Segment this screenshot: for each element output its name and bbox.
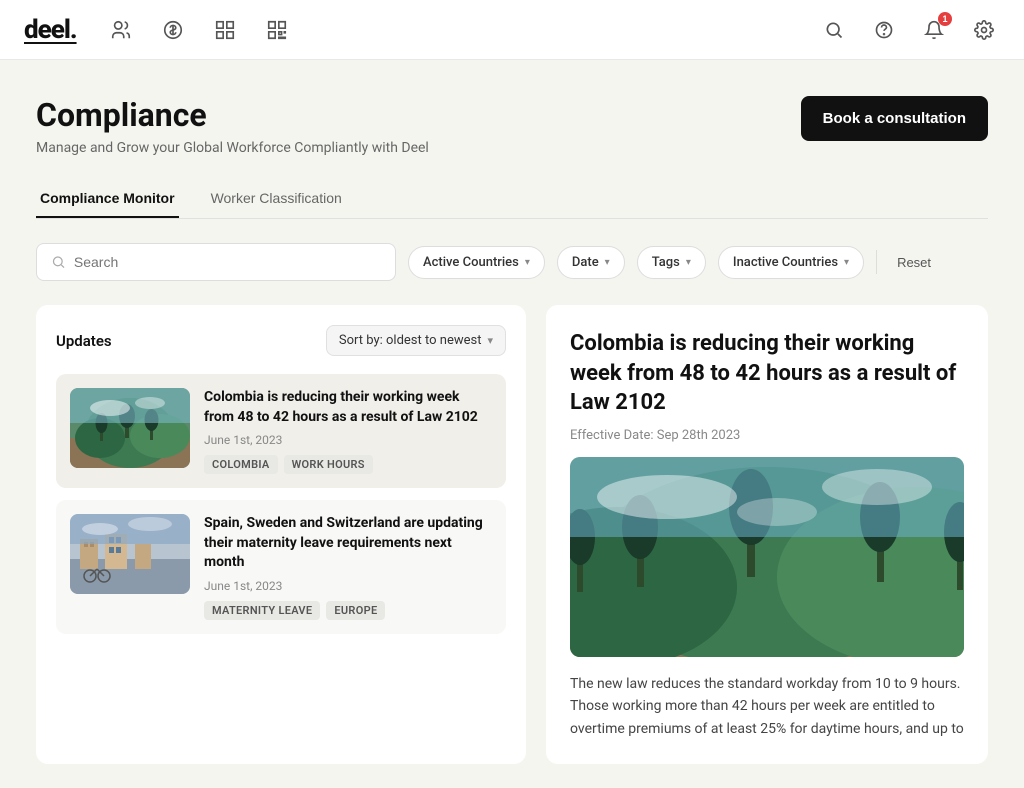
tag-maternity-leave: MATERNITY LEAVE xyxy=(204,601,320,620)
help-nav-button[interactable] xyxy=(868,14,900,46)
search-box[interactable] xyxy=(36,243,396,281)
search-nav-button[interactable] xyxy=(818,14,850,46)
chart-nav-icon[interactable] xyxy=(209,14,241,46)
date-filter[interactable]: Date ▾ xyxy=(557,246,625,279)
article-panel: Colombia is reducing their working week … xyxy=(546,305,988,764)
article-landscape-image xyxy=(570,457,964,657)
nav-left-icons xyxy=(105,14,818,46)
coin-nav-icon[interactable] xyxy=(157,14,189,46)
tag-europe: EUROPE xyxy=(326,601,385,620)
page-header: Compliance Manage and Grow your Global W… xyxy=(36,96,988,156)
inactive-countries-filter[interactable]: Inactive Countries ▾ xyxy=(718,246,864,279)
news-thumb-2 xyxy=(70,514,190,594)
filter-divider xyxy=(876,250,877,274)
news-headline-2: Spain, Sweden and Switzerland are updati… xyxy=(204,514,492,573)
people-nav-icon[interactable] xyxy=(105,14,137,46)
article-title: Colombia is reducing their working week … xyxy=(570,329,964,418)
top-navigation: deel. xyxy=(0,0,1024,60)
landscape-image-2 xyxy=(70,514,190,594)
tag-colombia: COLOMBIA xyxy=(204,455,278,474)
effective-date: Effective Date: Sep 28th 2023 xyxy=(570,428,964,443)
chevron-down-icon: ▾ xyxy=(487,334,493,347)
news-date-2: June 1st, 2023 xyxy=(204,579,492,593)
news-thumb-1 xyxy=(70,388,190,468)
news-date-1: June 1st, 2023 xyxy=(204,433,492,447)
updates-panel-header: Updates Sort by: oldest to newest ▾ xyxy=(56,325,506,356)
filter-row: Active Countries ▾ Date ▾ Tags ▾ Inactiv… xyxy=(36,243,988,281)
updates-panel-title: Updates xyxy=(56,332,112,350)
logo: deel. xyxy=(24,15,77,45)
tab-bar: Compliance Monitor Worker Classification xyxy=(36,180,988,219)
news-item-1[interactable]: Colombia is reducing their working week … xyxy=(56,374,506,488)
news-item-2[interactable]: Spain, Sweden and Switzerland are updati… xyxy=(56,500,506,634)
chevron-down-icon: ▾ xyxy=(605,257,610,268)
nav-right-icons: 1 xyxy=(818,14,1000,46)
settings-nav-button[interactable] xyxy=(968,14,1000,46)
main-content: Compliance Manage and Grow your Global W… xyxy=(0,60,1024,788)
notification-nav-button[interactable]: 1 xyxy=(918,14,950,46)
tags-row-1: COLOMBIA WORK HOURS xyxy=(204,455,492,474)
chevron-down-icon: ▾ xyxy=(525,257,530,268)
search-input-icon xyxy=(51,254,66,270)
page-title: Compliance xyxy=(36,96,429,134)
chevron-down-icon: ▾ xyxy=(844,257,849,268)
article-image xyxy=(570,457,964,657)
reset-filters-button[interactable]: Reset xyxy=(893,247,935,278)
news-content-1: Colombia is reducing their working week … xyxy=(204,388,492,474)
tags-filter[interactable]: Tags ▾ xyxy=(637,246,706,279)
updates-panel: Updates Sort by: oldest to newest ▾ xyxy=(36,305,526,764)
news-headline-1: Colombia is reducing their working week … xyxy=(204,388,492,427)
article-body: The new law reduces the standard workday… xyxy=(570,673,964,740)
tab-compliance-monitor[interactable]: Compliance Monitor xyxy=(36,180,179,218)
chevron-down-icon: ▾ xyxy=(686,257,691,268)
book-consultation-button[interactable]: Book a consultation xyxy=(801,96,988,141)
page-subtitle: Manage and Grow your Global Workforce Co… xyxy=(36,140,429,156)
notification-badge: 1 xyxy=(938,12,952,26)
active-countries-filter[interactable]: Active Countries ▾ xyxy=(408,246,545,279)
page-header-left: Compliance Manage and Grow your Global W… xyxy=(36,96,429,156)
tags-row-2: MATERNITY LEAVE EUROPE xyxy=(204,601,492,620)
sort-select[interactable]: Sort by: oldest to newest ▾ xyxy=(326,325,506,356)
news-content-2: Spain, Sweden and Switzerland are updati… xyxy=(204,514,492,620)
content-grid: Updates Sort by: oldest to newest ▾ xyxy=(36,305,988,764)
landscape-image-1 xyxy=(70,388,190,468)
tag-work-hours: WORK HOURS xyxy=(284,455,373,474)
grid-nav-icon[interactable] xyxy=(261,14,293,46)
search-input[interactable] xyxy=(74,254,381,270)
tab-worker-classification[interactable]: Worker Classification xyxy=(207,180,346,218)
